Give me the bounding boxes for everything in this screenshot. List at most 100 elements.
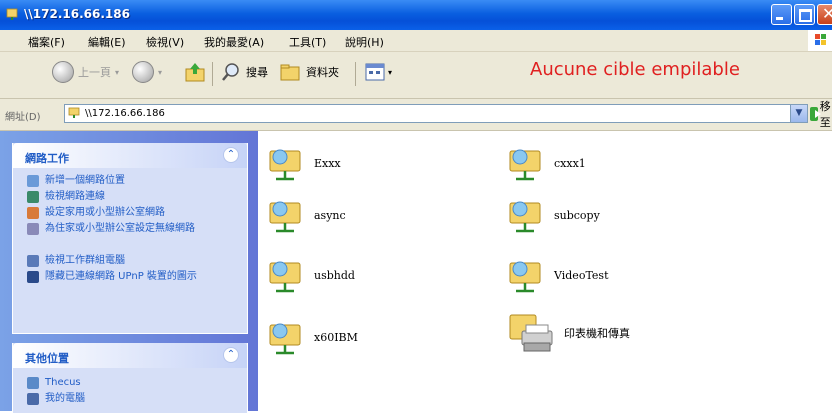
menu-edit[interactable]: 編輯(E) — [88, 34, 126, 50]
maximize-button[interactable] — [794, 4, 815, 25]
home-network-icon — [27, 207, 39, 219]
task-label: 為住家或小型辦公室設定無線網路 — [45, 223, 195, 234]
place-label: Thecus — [45, 377, 81, 388]
search-label: 搜尋 — [246, 66, 268, 79]
file-name: Exxx — [314, 156, 341, 170]
minimize-button[interactable] — [771, 4, 792, 25]
file-item[interactable]: 印表機和傳真 — [508, 311, 630, 355]
address-value: \\172.16.66.186 — [85, 108, 165, 119]
task-link[interactable]: 新增一個網路位置 — [27, 175, 225, 187]
back-button[interactable]: 上一頁 ▾ — [52, 61, 119, 83]
file-item[interactable]: Exxx — [268, 143, 341, 183]
my-computer-icon — [27, 393, 39, 405]
file-name: cxxx1 — [554, 156, 586, 170]
file-name: 印表機和傳真 — [564, 327, 630, 340]
network-folder-icon — [68, 107, 80, 118]
toolbar-separator — [212, 62, 213, 86]
file-name: usbhdd — [314, 268, 355, 282]
title-bar: \\172.16.66.186 ✕ — [0, 0, 832, 30]
file-item[interactable]: usbhdd — [268, 255, 355, 295]
menu-help[interactable]: 說明(H) — [345, 34, 384, 50]
menu-bar: 檔案(F) 編輯(E) 檢視(V) 我的最愛(A) 工具(T) 說明(H) — [0, 30, 832, 52]
task-label: 檢視網路連線 — [45, 191, 105, 202]
other-places-panel: 其他位置 ⌃ Thecus 我的電腦 — [12, 343, 248, 414]
file-name: VideoTest — [554, 268, 609, 282]
file-item[interactable]: x60IBM — [268, 317, 358, 357]
panel-title: 網路工作 — [25, 152, 69, 165]
menu-tools[interactable]: 工具(T) — [289, 34, 326, 50]
menu-view[interactable]: 檢視(V) — [146, 34, 184, 50]
window-title: \\172.16.66.186 — [24, 7, 130, 21]
file-name: subcopy — [554, 208, 600, 222]
panel-title: 其他位置 — [25, 352, 69, 365]
address-input[interactable]: \\172.16.66.186 ▼ — [64, 104, 808, 123]
file-name: async — [314, 208, 346, 222]
menu-file[interactable]: 檔案(F) — [28, 34, 65, 50]
go-label: 移至 — [819, 99, 831, 129]
add-network-place-icon — [27, 175, 39, 187]
overlay-message: Aucune cible empilable — [530, 59, 740, 80]
task-label: 新增一個網路位置 — [45, 175, 125, 186]
up-folder-icon — [185, 63, 205, 82]
collapse-icon[interactable]: ⌃ — [223, 347, 239, 363]
chevron-down-icon: ▾ — [115, 67, 120, 77]
go-button[interactable]: 移至 — [810, 100, 832, 129]
network-share-icon — [269, 261, 301, 293]
file-item[interactable]: subcopy — [508, 195, 600, 235]
network-tasks-header[interactable]: 網路工作 ⌃ — [13, 143, 247, 168]
place-link[interactable]: Thecus — [27, 377, 225, 389]
up-folder-button[interactable] — [184, 61, 206, 83]
back-arrow-icon — [52, 61, 74, 83]
address-dropdown-button[interactable]: ▼ — [790, 105, 807, 122]
file-name: x60IBM — [314, 330, 358, 344]
address-bar: 網址(D) \\172.16.66.186 ▼ 移至 — [0, 99, 832, 131]
network-share-icon — [509, 149, 541, 181]
network-tasks-panel: 網路工作 ⌃ 新增一個網路位置 檢視網路連線 設定家用或小型辦公室網路 為住家或… — [12, 143, 248, 334]
menu-favorites[interactable]: 我的最愛(A) — [204, 34, 264, 50]
chevron-down-icon: ▾ — [158, 67, 163, 77]
task-label: 設定家用或小型辦公室網路 — [45, 207, 165, 218]
place-link[interactable]: 我的電腦 — [27, 393, 225, 405]
printer-folder-icon — [509, 314, 553, 352]
file-item[interactable]: VideoTest — [508, 255, 609, 295]
go-arrow-icon — [810, 106, 821, 121]
forward-button[interactable]: ▾ — [132, 61, 162, 83]
upnp-device-icon — [27, 271, 39, 283]
task-link[interactable]: 檢視網路連線 — [27, 191, 225, 203]
close-button[interactable]: ✕ — [817, 4, 832, 25]
network-connections-icon — [27, 191, 39, 203]
back-label: 上一頁 — [78, 66, 111, 79]
task-link[interactable]: 隱藏已連線網路 UPnP 裝置的圖示 — [27, 271, 225, 283]
network-folder-icon — [6, 8, 18, 20]
network-share-icon — [269, 201, 301, 233]
collapse-icon[interactable]: ⌃ — [223, 147, 239, 163]
wireless-network-icon — [27, 223, 39, 235]
file-view: Exxx cxxx1 async subcopy usbhdd VideoTes… — [258, 131, 832, 411]
windows-logo-icon — [808, 30, 832, 51]
folders-button[interactable]: 資料夾 — [278, 61, 339, 83]
place-label: 我的電腦 — [45, 393, 85, 404]
network-share-icon — [269, 149, 301, 181]
task-label: 檢視工作群組電腦 — [45, 255, 125, 266]
folders-label: 資料夾 — [306, 66, 339, 79]
chevron-down-icon: ▾ — [388, 67, 393, 77]
task-link[interactable]: 檢視工作群組電腦 — [27, 255, 225, 267]
other-places-header[interactable]: 其他位置 ⌃ — [13, 343, 247, 368]
network-share-icon — [509, 261, 541, 293]
task-label: 隱藏已連線網路 UPnP 裝置的圖示 — [45, 271, 197, 282]
views-button[interactable]: ▾ — [364, 61, 392, 83]
search-button[interactable]: 搜尋 — [220, 61, 268, 83]
network-share-icon — [269, 323, 301, 355]
file-item[interactable]: async — [268, 195, 346, 235]
task-pane: 網路工作 ⌃ 新增一個網路位置 檢視網路連線 設定家用或小型辦公室網路 為住家或… — [0, 131, 258, 414]
close-icon: ✕ — [822, 4, 832, 23]
views-icon — [365, 63, 385, 81]
workgroup-computers-icon — [27, 255, 39, 267]
file-item[interactable]: cxxx1 — [508, 143, 586, 183]
network-computer-icon — [27, 377, 39, 389]
folders-icon — [280, 64, 300, 81]
forward-arrow-icon — [132, 61, 154, 83]
address-label: 網址(D) — [5, 112, 41, 123]
task-link[interactable]: 為住家或小型辦公室設定無線網路 — [27, 223, 225, 235]
task-link[interactable]: 設定家用或小型辦公室網路 — [27, 207, 225, 219]
